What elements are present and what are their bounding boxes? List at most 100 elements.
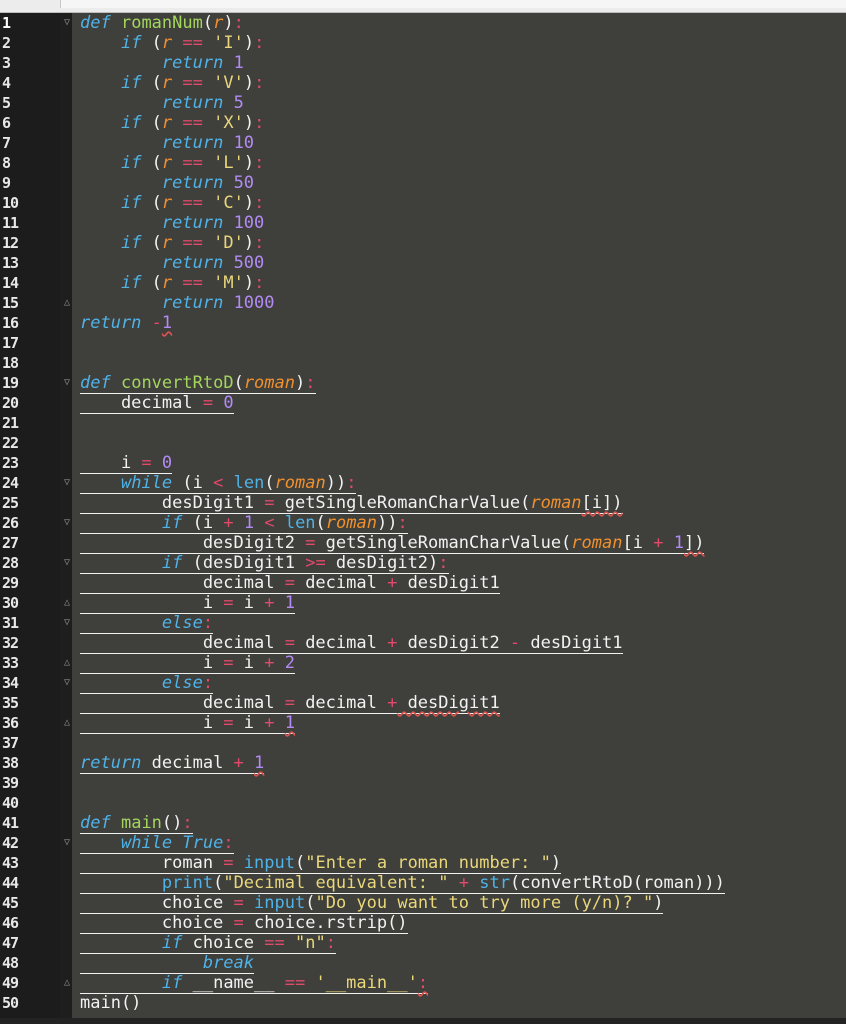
code-line[interactable]: 27 desDigit2 = getSingleRomanCharValue(r… xyxy=(0,533,846,554)
editor-tab[interactable] xyxy=(60,0,846,8)
code-line[interactable]: 9 return 50 xyxy=(0,173,846,193)
fold-toggle-icon[interactable]: ▽ xyxy=(64,617,74,629)
code-token: str xyxy=(479,873,510,894)
code-line[interactable]: 29 decimal = decimal + desDigit1 xyxy=(0,573,846,594)
code-line[interactable]: 1 ▽ def romanNum(r): xyxy=(0,13,846,33)
fold-toggle-icon[interactable]: ▽ xyxy=(64,677,74,689)
code-line[interactable]: 17 xyxy=(0,333,846,353)
code-line[interactable]: 33 △ i = i + 2 xyxy=(0,653,846,674)
code-line[interactable]: 8 if (r == 'L'): xyxy=(0,153,846,173)
line-number: 1 xyxy=(2,14,11,32)
code-line[interactable]: 11 return 100 xyxy=(0,213,846,233)
code-line[interactable]: 16 return -1 xyxy=(0,313,846,333)
code-token: : xyxy=(254,33,265,53)
code-token: getSingleRomanCharValue( xyxy=(315,533,572,554)
code-line[interactable]: 48 break xyxy=(0,953,846,974)
code-token: "n" xyxy=(295,933,326,954)
code-line[interactable]: 47 if choice == "n": xyxy=(0,933,846,954)
code-line[interactable]: 10 if (r == 'C'): xyxy=(0,193,846,213)
code-line[interactable]: 4 if (r == 'V'): xyxy=(0,73,846,93)
code-token: return xyxy=(80,753,142,774)
code-text: def romanNum(r): xyxy=(80,13,244,33)
code-line[interactable]: 23 i = 0 xyxy=(0,453,846,474)
code-line[interactable]: 49 △ if __name__ == '__main__': xyxy=(0,973,846,994)
code-line[interactable]: 28 ▽ if (desDigit1 >= desDigit2): xyxy=(0,553,846,574)
code-line[interactable]: 18 xyxy=(0,353,846,373)
code-line[interactable]: 21 xyxy=(0,413,846,433)
fold-toggle-icon[interactable]: ▽ xyxy=(64,377,74,389)
code-line[interactable]: 46 choice = choice.rstrip() xyxy=(0,913,846,934)
line-number: 36 xyxy=(2,714,19,732)
code-token: : xyxy=(254,273,265,293)
code-line[interactable]: 2 if (r == 'I'): xyxy=(0,33,846,53)
code-token: 'D' xyxy=(213,233,244,253)
fold-end-icon: △ xyxy=(64,717,71,728)
code-token: 'L' xyxy=(213,153,244,173)
line-number: 49 xyxy=(2,974,19,992)
code-text: if (r == 'C'): xyxy=(80,193,264,213)
code-token: len xyxy=(233,473,265,494)
code-line[interactable]: 14 if (r == 'M'): xyxy=(0,273,846,293)
code-token: ( xyxy=(264,473,275,494)
code-line[interactable]: 43 roman = input("Enter a roman number: … xyxy=(0,853,846,874)
code-line[interactable]: 44 print("Decimal equivalent: " + str(co… xyxy=(0,873,846,894)
code-line[interactable]: 40 xyxy=(0,793,846,813)
code-line[interactable]: 22 xyxy=(0,433,846,453)
code-line[interactable]: 3 return 1 xyxy=(0,53,846,73)
code-line[interactable]: 20 decimal = 0 xyxy=(0,393,846,414)
code-line[interactable]: 7 return 10 xyxy=(0,133,846,153)
code-line[interactable]: 34 ▽ else: xyxy=(0,673,846,694)
code-token: roman xyxy=(80,853,224,874)
code-line[interactable]: 31 ▽ else: xyxy=(0,613,846,634)
code-line[interactable]: 24 ▽ while (i < len(roman)): xyxy=(0,473,846,494)
code-line[interactable]: 5 return 5 xyxy=(0,93,846,113)
code-line[interactable]: 38 return decimal + 1 xyxy=(0,753,846,774)
code-line[interactable]: 42 ▽ while True: xyxy=(0,833,846,854)
code-line[interactable]: 15 △ return 1000 xyxy=(0,293,846,313)
code-line[interactable]: 37 xyxy=(0,733,846,753)
fold-toggle-icon[interactable]: ▽ xyxy=(64,477,74,489)
code-line[interactable]: 13 return 500 xyxy=(0,253,846,273)
code-line[interactable]: 6 if (r == 'X'): xyxy=(0,113,846,133)
code-token: = xyxy=(233,893,244,914)
code-token: desDigit1 xyxy=(397,573,500,594)
code-line[interactable]: 26 ▽ if (i + 1 < len(roman)): xyxy=(0,513,846,534)
code-line[interactable]: 39 xyxy=(0,773,846,793)
code-text: if (desDigit1 >= desDigit2): xyxy=(80,553,449,574)
code-line[interactable]: 35 decimal = decimal + desDigit1 xyxy=(0,693,846,714)
code-token: return xyxy=(161,293,224,313)
code-token: "Do you want to try more (y/n)? " xyxy=(315,893,654,914)
line-number: 6 xyxy=(2,114,11,132)
code-token: True xyxy=(182,833,224,854)
fold-toggle-icon[interactable]: ▽ xyxy=(64,17,74,29)
code-line[interactable]: 25 desDigit1 = getSingleRomanCharValue(r… xyxy=(0,493,846,514)
line-number: 40 xyxy=(2,794,19,812)
code-token: else xyxy=(161,613,203,634)
code-line[interactable]: 41 def main(): xyxy=(0,813,846,834)
line-number: 41 xyxy=(2,814,19,832)
code-token: ) xyxy=(243,33,255,53)
code-line[interactable]: 32 decimal = decimal + desDigit2 - desDi… xyxy=(0,633,846,654)
code-token: ) xyxy=(243,113,255,133)
code-token xyxy=(274,513,285,534)
code-line[interactable]: 36 △ i = i + 1 xyxy=(0,713,846,734)
line-number: 9 xyxy=(2,174,11,192)
fold-toggle-icon[interactable]: ▽ xyxy=(64,837,74,849)
line-number: 48 xyxy=(2,954,19,972)
code-token: r xyxy=(213,13,224,33)
code-line[interactable]: 19 ▽ def convertRtoD(roman): xyxy=(0,373,846,394)
code-line[interactable]: 12 if (r == 'D'): xyxy=(0,233,846,253)
code-token: desDigit2 xyxy=(397,633,510,654)
code-line[interactable]: 30 △ i = i + 1 xyxy=(0,593,846,614)
code-line[interactable]: 50 main() xyxy=(0,993,846,1013)
fold-toggle-icon[interactable]: ▽ xyxy=(64,517,74,529)
code-token xyxy=(448,873,459,894)
code-token: if xyxy=(161,973,183,994)
code-token: "Decimal equivalent: " xyxy=(223,873,449,894)
code-line[interactable]: 45 choice = input("Do you want to try mo… xyxy=(0,893,846,914)
code-text: decimal = decimal + desDigit2 - desDigit… xyxy=(80,633,623,654)
fold-toggle-icon[interactable]: ▽ xyxy=(64,557,74,569)
